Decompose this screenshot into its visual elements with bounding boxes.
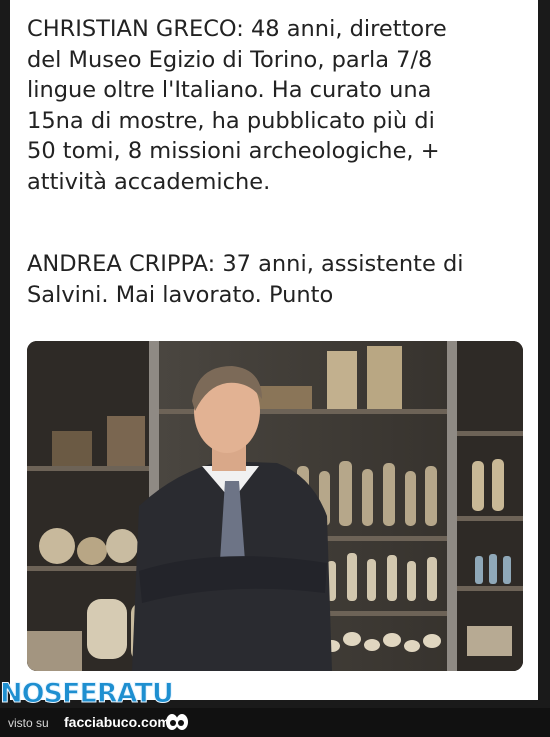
post-text-greco: CHRISTIAN GRECO: 48 anni, direttore del …	[27, 16, 447, 195]
visto-su-label: visto su	[8, 716, 49, 730]
photo-illustration	[27, 341, 523, 671]
site-link[interactable]: facciabuco.com	[64, 714, 170, 730]
eyes-logo-icon	[166, 714, 188, 730]
right-display-case	[457, 341, 523, 671]
nosferatu-watermark: NOSFERATU	[0, 678, 174, 710]
meme-card: CHRISTIAN GRECO: 48 anni, direttore del …	[10, 0, 538, 700]
footer-bar: visto su facciabuco.com	[0, 708, 550, 737]
museum-photo	[27, 341, 523, 671]
post-text-crippa: ANDREA CRIPPA: 37 anni, assistente di Sa…	[27, 251, 464, 308]
